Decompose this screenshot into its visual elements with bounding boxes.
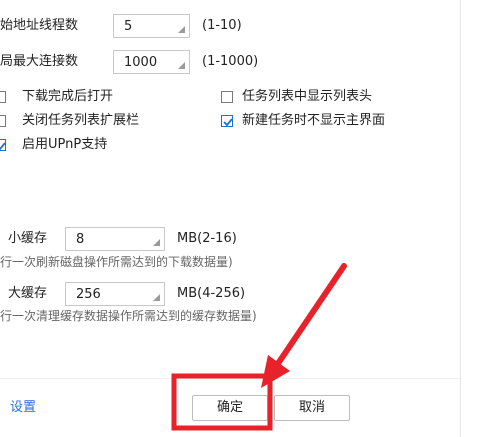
annotation-arrow-head [261,355,290,388]
annotation-overlay [171,263,347,431]
annotation-arrow-shaft [272,263,347,371]
annotation-highlight-box [171,373,273,431]
